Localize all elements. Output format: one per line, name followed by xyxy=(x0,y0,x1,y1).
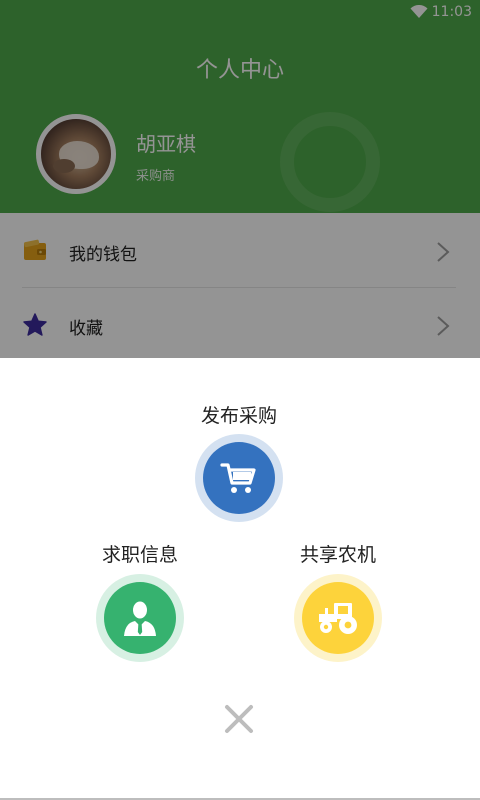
shopping-cart-icon xyxy=(220,463,256,493)
close-icon[interactable] xyxy=(222,702,256,736)
job-info-button-inner xyxy=(104,582,176,654)
publish-purchase-button-inner xyxy=(203,442,275,514)
shared-machinery-button-inner xyxy=(302,582,374,654)
job-info-button[interactable] xyxy=(96,574,184,662)
action-label-purchase: 发布采购 xyxy=(200,405,277,427)
quick-action-sheet: 发布采购 求职信息 共享农机 xyxy=(0,358,480,800)
publish-purchase-button[interactable] xyxy=(195,434,283,522)
action-label-jobs: 求职信息 xyxy=(101,544,178,566)
tractor-icon xyxy=(319,603,357,634)
modal-overlay[interactable] xyxy=(0,0,480,358)
shared-machinery-button[interactable] xyxy=(294,574,382,662)
person-icon xyxy=(124,601,156,636)
action-label-machine: 共享农机 xyxy=(299,544,376,566)
